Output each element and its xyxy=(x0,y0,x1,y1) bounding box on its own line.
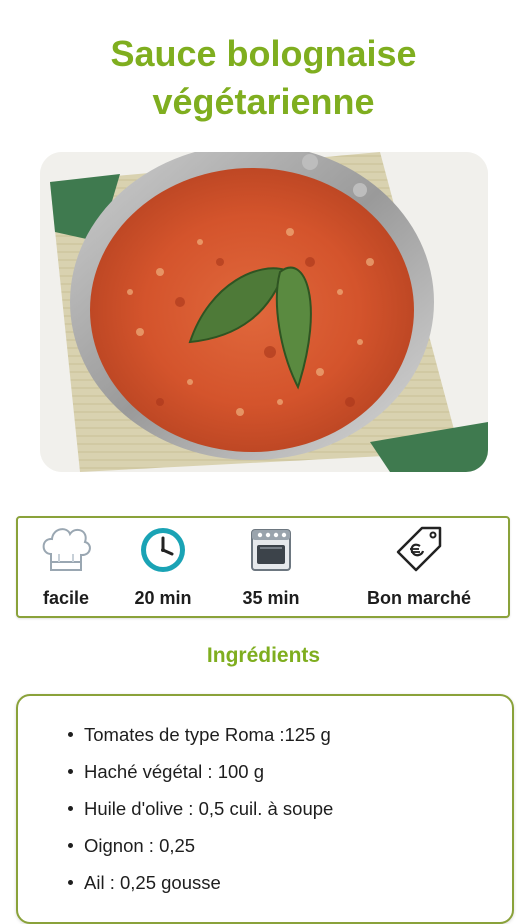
ingredient-item: Tomates de type Roma :125 g xyxy=(68,716,333,753)
difficulty-label: facile xyxy=(42,588,90,608)
recipe-title-line1: Sauce bolognaise xyxy=(110,33,417,74)
cook-time-info: 35 min xyxy=(226,518,316,618)
cost-info: Bon marché xyxy=(354,518,484,618)
ingredient-item: Huile d'olive : 0,5 cuil. à soupe xyxy=(68,790,333,827)
recipe-photo-illustration xyxy=(40,152,488,472)
recipe-info-bar: facile 20 min 35 min Bon marché xyxy=(16,516,510,618)
ingredient-item: Ail : 0,25 gousse xyxy=(68,864,333,901)
recipe-title: Sauce bolognaise végétarienne xyxy=(0,30,527,126)
ingredients-card: Tomates de type Roma :125 g Haché végéta… xyxy=(16,694,514,924)
prep-time-info: 20 min xyxy=(118,518,208,618)
ingredient-item: Oignon : 0,25 xyxy=(68,827,333,864)
recipe-photo xyxy=(40,152,488,472)
ingredient-item: Haché végétal : 100 g xyxy=(68,753,333,790)
recipe-title-line2: végétarienne xyxy=(152,81,375,122)
cook-time-label: 35 min xyxy=(242,588,300,608)
chef-hat-icon xyxy=(39,524,93,576)
ingredients-list: Tomates de type Roma :125 g Haché végéta… xyxy=(68,716,333,901)
cost-label: Bon marché xyxy=(366,588,472,608)
oven-icon xyxy=(244,524,298,576)
difficulty-info: facile xyxy=(22,518,110,618)
prep-time-label: 20 min xyxy=(134,588,192,608)
price-tag-icon xyxy=(392,524,446,576)
clock-icon xyxy=(136,524,190,576)
ingredients-heading: Ingrédients xyxy=(206,644,321,667)
